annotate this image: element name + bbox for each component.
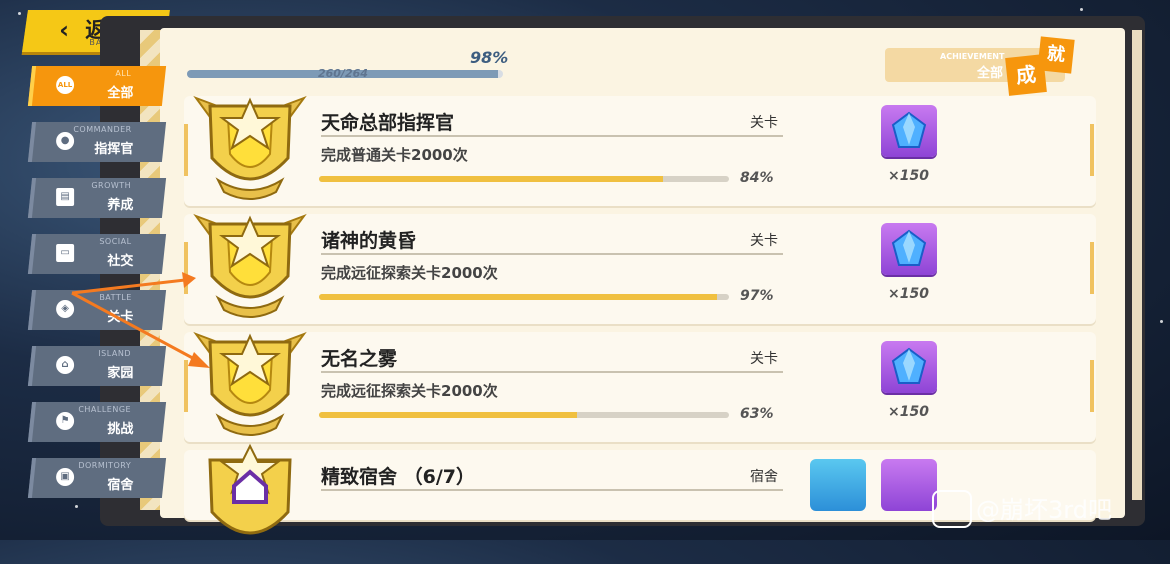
annotation-arrows [71, 272, 210, 368]
weibo-logo-icon [932, 490, 972, 528]
watermark-text: @崩坏3rd吧 [976, 496, 1112, 524]
